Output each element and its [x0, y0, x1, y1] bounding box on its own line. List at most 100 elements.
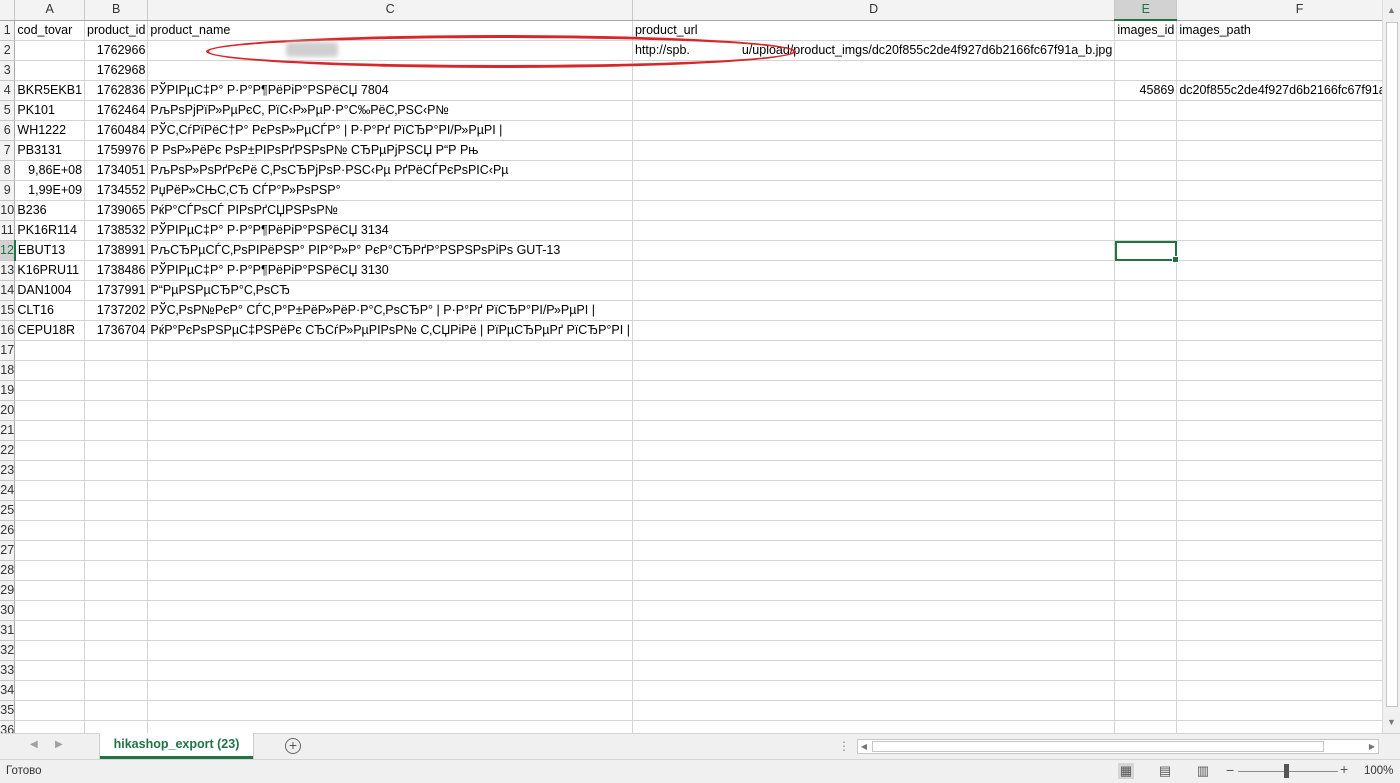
cell-e23[interactable]: [1114, 460, 1178, 481]
row-header[interactable]: 14: [0, 280, 16, 301]
cell-e35[interactable]: [1114, 700, 1178, 721]
cell-d16[interactable]: [632, 320, 1116, 341]
cell-a35[interactable]: [14, 700, 86, 721]
cell-e12[interactable]: [1114, 240, 1179, 263]
cell-c36[interactable]: [147, 720, 633, 733]
cell-e6[interactable]: [1114, 120, 1178, 141]
cell-e2[interactable]: [1114, 40, 1178, 61]
horizontal-scrollbar[interactable]: ◀ ▶: [857, 739, 1379, 754]
cell-d1[interactable]: product_url: [632, 20, 1116, 41]
row-header[interactable]: 4: [0, 80, 16, 101]
cell-f11[interactable]: [1176, 220, 1382, 241]
cell-f13[interactable]: [1176, 260, 1382, 281]
row-header[interactable]: 22: [0, 440, 16, 461]
row-header[interactable]: 15: [0, 300, 16, 321]
row-header[interactable]: 29: [0, 580, 16, 601]
cell-c3[interactable]: [147, 60, 633, 81]
cell-a11[interactable]: PK16R114: [14, 220, 86, 241]
column-header-d[interactable]: D: [632, 0, 1116, 21]
cell-a5[interactable]: PK101: [14, 100, 86, 121]
cell-b4[interactable]: 1762836: [84, 80, 149, 101]
cell-e29[interactable]: [1114, 580, 1178, 601]
row-header[interactable]: 19: [0, 380, 16, 401]
cell-b5[interactable]: 1762464: [84, 100, 149, 121]
cell-e10[interactable]: [1114, 200, 1178, 221]
cell-f24[interactable]: [1176, 480, 1382, 501]
cell-b29[interactable]: [84, 580, 149, 601]
cell-c2[interactable]: [147, 40, 633, 61]
cell-c34[interactable]: [147, 680, 633, 701]
page-layout-view-icon[interactable]: ▤: [1157, 763, 1173, 779]
cell-a25[interactable]: [14, 500, 86, 521]
cell-d8[interactable]: [632, 160, 1116, 181]
cell-a23[interactable]: [14, 460, 86, 481]
cell-c8[interactable]: РљРѕР»РѕРґРєРё С‚РѕСЂРјРѕР·РЅС‹Рµ РґРёСЃ…: [147, 160, 633, 181]
horizontal-scroll-thumb[interactable]: [872, 741, 1324, 752]
cell-c31[interactable]: [147, 620, 633, 641]
cell-c1[interactable]: product_name: [147, 20, 633, 41]
cell-a29[interactable]: [14, 580, 86, 601]
row-header[interactable]: 1: [0, 20, 16, 41]
page-break-view-icon[interactable]: ▥: [1195, 763, 1211, 779]
cell-b7[interactable]: 1759976: [84, 140, 149, 161]
cell-d3[interactable]: [632, 60, 1116, 81]
row-header[interactable]: 13: [0, 260, 16, 281]
cell-f30[interactable]: [1176, 600, 1382, 621]
cell-a6[interactable]: WH1222: [14, 120, 86, 141]
cell-e1[interactable]: images_id: [1114, 20, 1178, 41]
cell-b16[interactable]: 1736704: [84, 320, 149, 341]
cell-e15[interactable]: [1114, 300, 1178, 321]
cell-d17[interactable]: [632, 340, 1116, 361]
row-header[interactable]: 34: [0, 680, 16, 701]
cell-b33[interactable]: [84, 660, 149, 681]
cell-e31[interactable]: [1114, 620, 1178, 641]
cell-c27[interactable]: [147, 540, 633, 561]
cell-d2[interactable]: http://spb. u/upload/product_imgs/dc20f85…: [632, 40, 1116, 61]
cell-b24[interactable]: [84, 480, 149, 501]
prev-sheet-icon[interactable]: ◀: [30, 739, 38, 750]
cell-d30[interactable]: [632, 600, 1116, 621]
select-all-corner[interactable]: [0, 0, 16, 21]
next-sheet-icon[interactable]: ▶: [55, 739, 63, 750]
cell-e25[interactable]: [1114, 500, 1178, 521]
cell-d22[interactable]: [632, 440, 1116, 461]
cell-f12[interactable]: [1176, 240, 1382, 261]
cell-a20[interactable]: [14, 400, 86, 421]
cell-c22[interactable]: [147, 440, 633, 461]
cell-d27[interactable]: [632, 540, 1116, 561]
row-header[interactable]: 17: [0, 340, 16, 361]
column-header-f[interactable]: F: [1176, 0, 1382, 21]
cell-c9[interactable]: РџРёР»СЊС‚СЂ СЃР°Р»РѕРЅР°: [147, 180, 633, 201]
cell-b36[interactable]: [84, 720, 149, 733]
row-header[interactable]: 8: [0, 160, 16, 181]
cell-b14[interactable]: 1737991: [84, 280, 149, 301]
cell-e24[interactable]: [1114, 480, 1178, 501]
cell-c7[interactable]: Р РѕР»РёРє РѕР±РІРѕРґРЅРѕР№ СЂРµРјРЅСЏ Р…: [147, 140, 633, 161]
cell-f23[interactable]: [1176, 460, 1382, 481]
cell-c32[interactable]: [147, 640, 633, 661]
cell-b13[interactable]: 1738486: [84, 260, 149, 281]
cell-c16[interactable]: РќР°РєРѕРЅРµС‡РЅРёРє СЂСѓР»РµРІРѕР№ С‚СЏ…: [147, 320, 633, 341]
cell-c18[interactable]: [147, 360, 633, 381]
cell-a15[interactable]: CLT16: [14, 300, 86, 321]
cell-b19[interactable]: [84, 380, 149, 401]
cell-d21[interactable]: [632, 420, 1116, 441]
row-header[interactable]: 9: [0, 180, 16, 201]
row-header[interactable]: 20: [0, 400, 16, 421]
row-header[interactable]: 23: [0, 460, 16, 481]
cell-d20[interactable]: [632, 400, 1116, 421]
cell-b26[interactable]: [84, 520, 149, 541]
cell-f34[interactable]: [1176, 680, 1382, 701]
cell-f32[interactable]: [1176, 640, 1382, 661]
cell-a31[interactable]: [14, 620, 86, 641]
row-header[interactable]: 27: [0, 540, 16, 561]
cell-b10[interactable]: 1739065: [84, 200, 149, 221]
row-header[interactable]: 24: [0, 480, 16, 501]
cell-a13[interactable]: K16PRU11: [14, 260, 86, 281]
row-header[interactable]: 18: [0, 360, 16, 381]
row-header[interactable]: 12: [0, 240, 16, 261]
cell-c19[interactable]: [147, 380, 633, 401]
cell-f20[interactable]: [1176, 400, 1382, 421]
row-header[interactable]: 5: [0, 100, 16, 121]
cell-a21[interactable]: [14, 420, 86, 441]
